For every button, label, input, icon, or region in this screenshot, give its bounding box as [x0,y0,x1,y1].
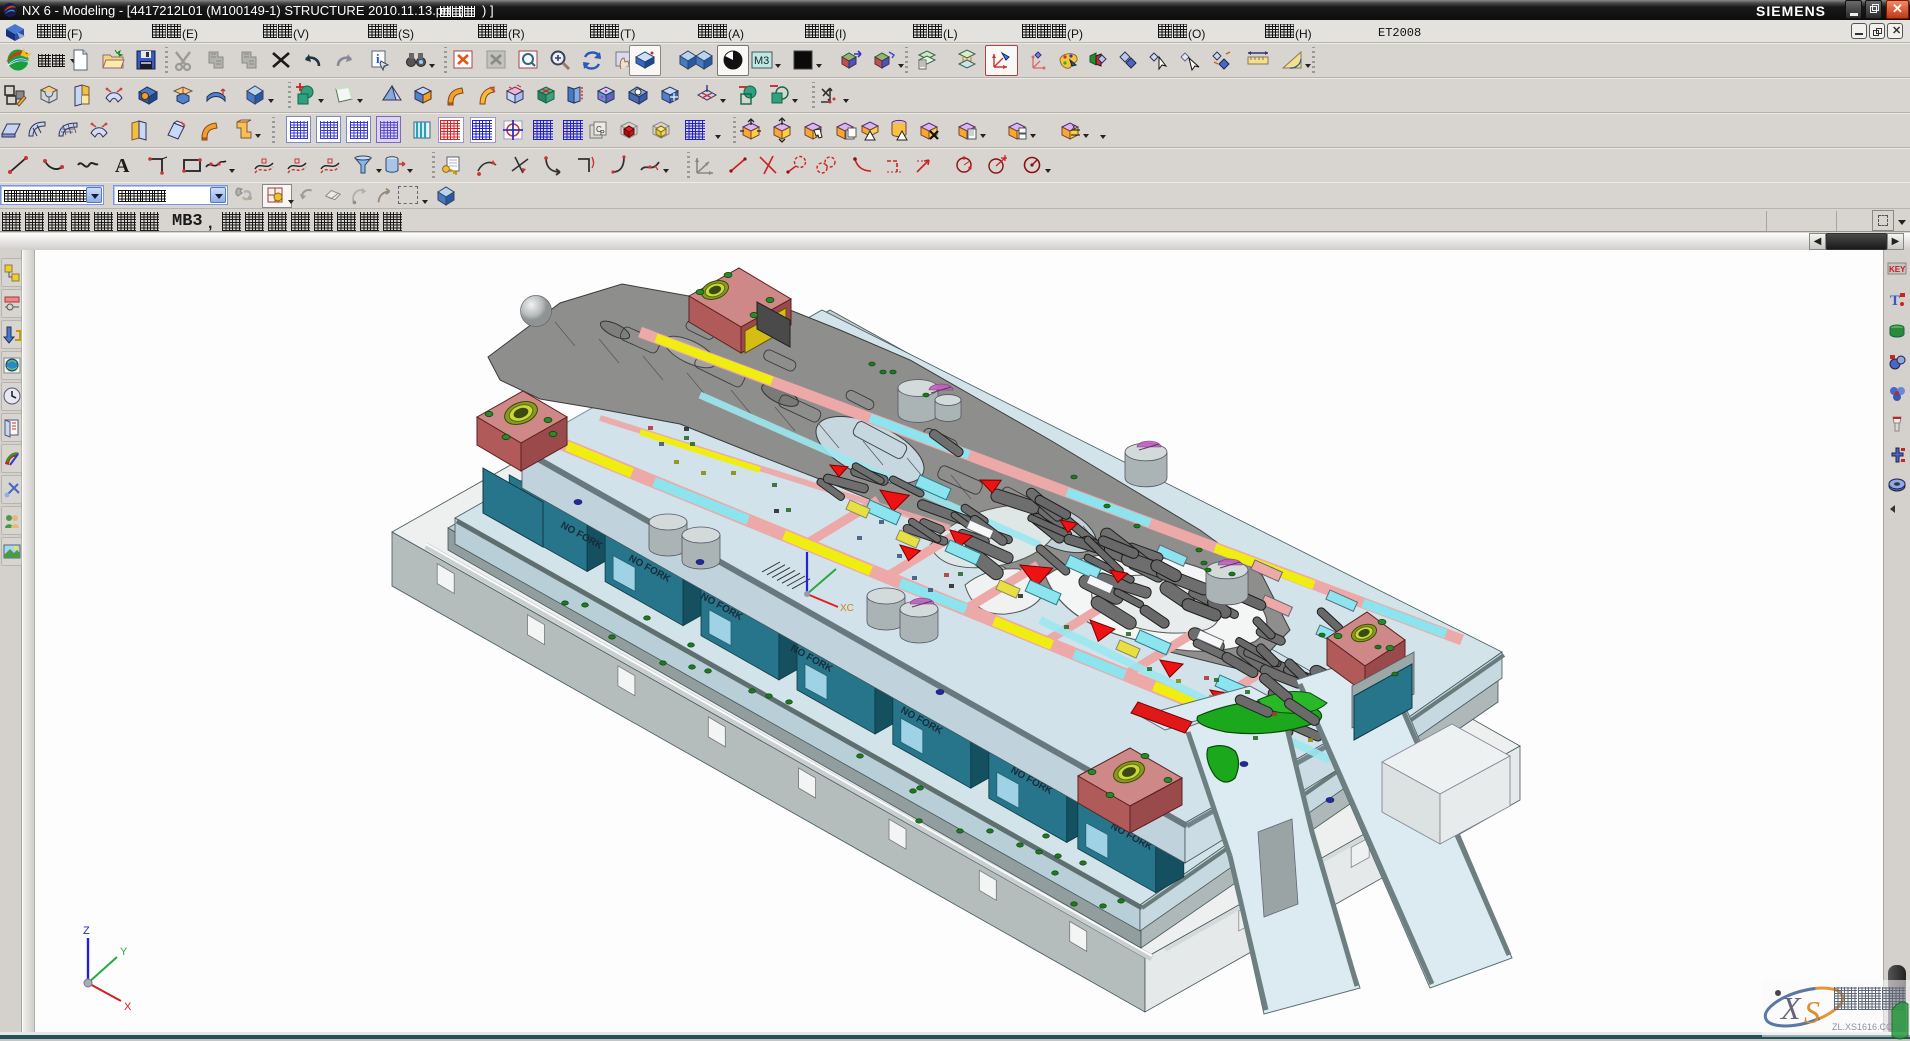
svg-text:S: S [1804,994,1820,1030]
svg-text:X: X [124,1001,132,1013]
svg-text:XC: XC [840,603,854,614]
svg-text:X: X [1779,990,1802,1026]
svg-text:Z: Z [83,925,90,937]
svg-text:Y: Y [120,946,128,958]
